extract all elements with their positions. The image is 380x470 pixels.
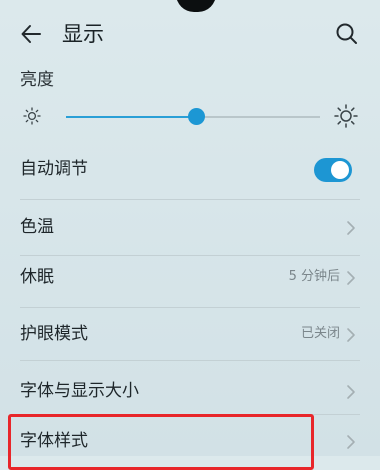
sleep-value: 5 分钟后: [288, 269, 340, 284]
brightness-slider[interactable]: [66, 100, 320, 134]
brightness-control: [0, 100, 380, 134]
slider-fill: [66, 116, 196, 118]
toggle-knob: [331, 161, 349, 179]
sun-small-icon: [23, 107, 41, 125]
chevron-right-icon: [347, 385, 355, 399]
back-button[interactable]: [18, 20, 46, 48]
eye-comfort-value: 已关闭: [300, 326, 340, 341]
sleep-label: 休眠: [20, 267, 54, 287]
sleep-row[interactable]: 休眠 5 分钟后: [0, 250, 380, 306]
brightness-section-label: 亮度: [20, 70, 54, 90]
app-header: 显示: [0, 0, 380, 68]
sun-large-icon: [334, 104, 358, 128]
auto-adjust-toggle[interactable]: [314, 158, 352, 182]
chevron-right-icon: [347, 221, 355, 235]
divider: [20, 360, 360, 361]
eye-comfort-row[interactable]: 护眼模式 已关闭: [0, 307, 380, 363]
font-display-size-label: 字体与显示大小: [20, 381, 139, 401]
font-display-size-row[interactable]: 字体与显示大小: [0, 364, 380, 420]
highlight-box: [8, 414, 314, 470]
chevron-right-icon: [347, 328, 355, 342]
search-icon: [336, 23, 357, 44]
chevron-right-icon: [347, 435, 355, 449]
page-title: 显示: [62, 22, 104, 46]
back-arrow-icon: [21, 25, 41, 43]
auto-adjust-label: 自动调节: [20, 159, 88, 179]
color-temp-row[interactable]: 色温: [0, 200, 380, 256]
slider-thumb[interactable]: [188, 108, 205, 125]
chevron-right-icon: [347, 271, 355, 285]
color-temp-label: 色温: [20, 217, 54, 237]
search-button[interactable]: [334, 21, 360, 47]
eye-comfort-label: 护眼模式: [20, 324, 88, 344]
